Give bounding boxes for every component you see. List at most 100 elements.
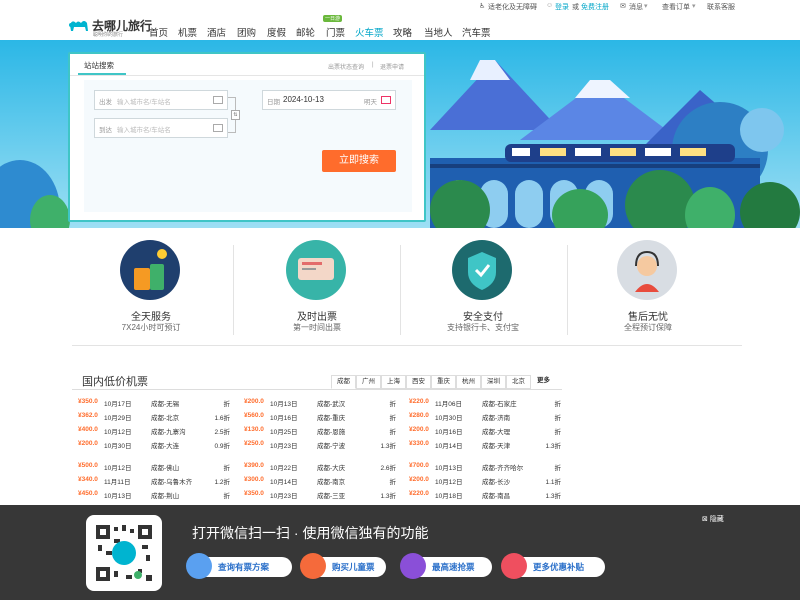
from-station-field[interactable]: 出发 输入城市名/车站名: [94, 90, 228, 110]
date-field[interactable]: 日期 2024-10-13 明天: [262, 90, 396, 110]
promo-button-ticket-plan[interactable]: 查询有票方案: [186, 553, 292, 579]
nav-item-train[interactable]: 火车票: [355, 25, 384, 39]
fare-price: ¥362.0: [78, 412, 98, 419]
fare-discount: 2.5折: [214, 429, 230, 436]
date-label: 日期: [267, 99, 280, 106]
list-item[interactable]: ¥200.0 10月13日 成都-武汉 折: [244, 398, 396, 410]
coupon-icon: [501, 553, 527, 579]
nav-item-groupbuy[interactable]: 团购: [237, 25, 256, 39]
fare-discount: 0.9折: [214, 443, 230, 450]
orders-link[interactable]: 查看订单: [662, 2, 690, 12]
mail-icon: ✉: [620, 3, 626, 10]
nav-item-flights[interactable]: 机票: [178, 25, 197, 39]
list-item[interactable]: ¥250.0 10月23日 成都-宁波 1.3折: [244, 440, 396, 452]
site-logo[interactable]: 去哪儿旅行 聪明你的旅行: [68, 15, 152, 39]
list-item[interactable]: ¥350.0 10月23日 成都-三亚 1.3折: [244, 490, 396, 502]
nav-item-tickets[interactable]: 门票: [326, 25, 345, 39]
list-item[interactable]: ¥500.0 10月12日 成都-佛山 折: [78, 462, 230, 474]
nav-item-guides[interactable]: 攻略: [393, 25, 412, 39]
station-list-icon[interactable]: [213, 124, 223, 132]
fare-date: 10月13日: [104, 493, 132, 500]
fare-date: 10月16日: [435, 429, 463, 436]
swap-stations-button[interactable]: ⇅: [231, 110, 240, 120]
nav-item-home[interactable]: 首页: [149, 25, 168, 39]
promo-button-fast-grab[interactable]: 最高速抢票: [400, 553, 492, 579]
tab-city[interactable]: 上海: [381, 375, 406, 389]
to-label: 到达: [99, 127, 112, 134]
nav-item-locals[interactable]: 当地人: [424, 25, 453, 39]
tab-city[interactable]: 成都: [331, 375, 356, 389]
promo-button-child-ticket[interactable]: 购买儿童票: [300, 553, 386, 579]
nav-item-bus[interactable]: 汽车票: [462, 25, 491, 39]
list-item[interactable]: ¥400.0 10月12日 成都-九寨沟 2.5折: [78, 426, 230, 438]
accessibility-icon[interactable]: ♿: [479, 2, 485, 10]
tab-city[interactable]: 杭州: [456, 375, 481, 389]
fare-price: ¥340.0: [78, 476, 98, 483]
link-separator: |: [372, 62, 374, 68]
to-input[interactable]: 输入城市名/车站名: [117, 124, 171, 134]
calendar-icon[interactable]: [381, 96, 391, 104]
from-label: 出发: [99, 99, 112, 106]
list-item[interactable]: ¥330.0 10月14日 成都-天津 1.3折: [409, 440, 561, 452]
search-button[interactable]: 立即搜索: [322, 150, 396, 172]
promo-title: 打开微信扫一扫 · 使用微信独有的功能: [192, 525, 429, 541]
list-item[interactable]: ¥390.0 10月22日 成都-大庆 2.6折: [244, 462, 396, 474]
fare-route: 成都-大理: [482, 429, 511, 436]
list-item[interactable]: ¥300.0 10月14日 成都-南京 折: [244, 476, 396, 488]
register-link[interactable]: 免费注册: [581, 2, 609, 12]
list-item[interactable]: ¥280.0 10月30日 成都-济南 折: [409, 412, 561, 424]
service-link[interactable]: 联系客服: [707, 2, 735, 12]
tab-city[interactable]: 西安: [406, 375, 431, 389]
list-item[interactable]: ¥200.0 10月12日 成都-长沙 1.1折: [409, 476, 561, 488]
ticket-icon: [286, 240, 346, 300]
from-input[interactable]: 输入城市名/车站名: [117, 96, 171, 106]
fare-route: 成都-宁波: [317, 443, 346, 450]
list-item[interactable]: ¥450.0 10月13日 成都-荆山 折: [78, 490, 230, 502]
nav-item-vacation[interactable]: 度假: [267, 25, 286, 39]
login-link[interactable]: 登录: [555, 2, 569, 12]
tab-city[interactable]: 深圳: [481, 375, 506, 389]
list-item[interactable]: ¥220.0 10月18日 成都-南昌 1.3折: [409, 490, 561, 502]
list-item[interactable]: ¥200.0 10月16日 成都-大理 折: [409, 426, 561, 438]
messages-link[interactable]: 消息: [629, 2, 643, 12]
promo-button-more-deals[interactable]: 更多优惠补贴: [501, 553, 605, 579]
nav-item-cruise[interactable]: 邮轮: [296, 25, 315, 39]
fare-discount: 折: [223, 493, 231, 500]
fare-discount: 2.6折: [380, 465, 396, 472]
list-item[interactable]: ¥700.0 10月13日 成都-齐齐哈尔 折: [409, 462, 561, 474]
date-input[interactable]: 2024-10-13: [283, 95, 324, 104]
list-item[interactable]: ¥362.0 10月29日 成都-北京 1.6折: [78, 412, 230, 424]
fare-date: 10月16日: [270, 415, 298, 422]
to-station-field[interactable]: 到达 输入城市名/车站名: [94, 118, 228, 138]
fare-date: 10月13日: [270, 401, 298, 408]
nav-item-tickets-tag: 一日游: [323, 15, 343, 22]
tab-city[interactable]: 重庆: [431, 375, 456, 389]
ticket-status-link[interactable]: 出票状态查询: [328, 62, 364, 71]
nav-item-hotels[interactable]: 酒店: [207, 25, 226, 39]
list-item[interactable]: ¥200.0 10月30日 成都-大连 0.9折: [78, 440, 230, 452]
refund-link[interactable]: 退票申请: [380, 62, 404, 71]
tab-station-search[interactable]: 站站搜索: [84, 60, 114, 71]
fare-price: ¥200.0: [78, 440, 98, 447]
fare-date: 10月12日: [435, 479, 463, 486]
fare-route: 成都-重庆: [317, 415, 346, 422]
fare-route: 成都-佛山: [151, 465, 180, 472]
camel-logo-icon: [69, 21, 88, 31]
list-item[interactable]: ¥340.0 11月11日 成都-乌鲁木齐 1.2折: [78, 476, 230, 488]
list-item[interactable]: ¥130.0 10月25日 成都-恩施 折: [244, 426, 396, 438]
list-item[interactable]: ¥350.0 10月17日 成都-无锡 折: [78, 398, 230, 410]
fare-price: ¥390.0: [244, 462, 264, 469]
more-cities-link[interactable]: 更多: [531, 375, 556, 389]
accessibility-link[interactable]: 适老化及无障碍: [488, 2, 537, 12]
list-item[interactable]: ¥560.0 10月16日 成都-重庆 折: [244, 412, 396, 424]
fare-price: ¥220.0: [409, 398, 429, 405]
station-list-icon[interactable]: [213, 96, 223, 104]
tab-city[interactable]: 广州: [356, 375, 381, 389]
service-desc: 支持银行卡、支付宝: [447, 323, 519, 332]
fare-discount: 折: [554, 465, 562, 472]
service-secure-pay: 安全支付 支持银行卡、支付宝: [418, 240, 548, 340]
list-item[interactable]: ¥220.0 11月06日 成都-石家庄 折: [409, 398, 561, 410]
hide-promo-button[interactable]: ⊠ 隐藏: [702, 514, 724, 524]
tab-city[interactable]: 北京: [506, 375, 531, 389]
fare-price: ¥200.0: [244, 398, 264, 405]
